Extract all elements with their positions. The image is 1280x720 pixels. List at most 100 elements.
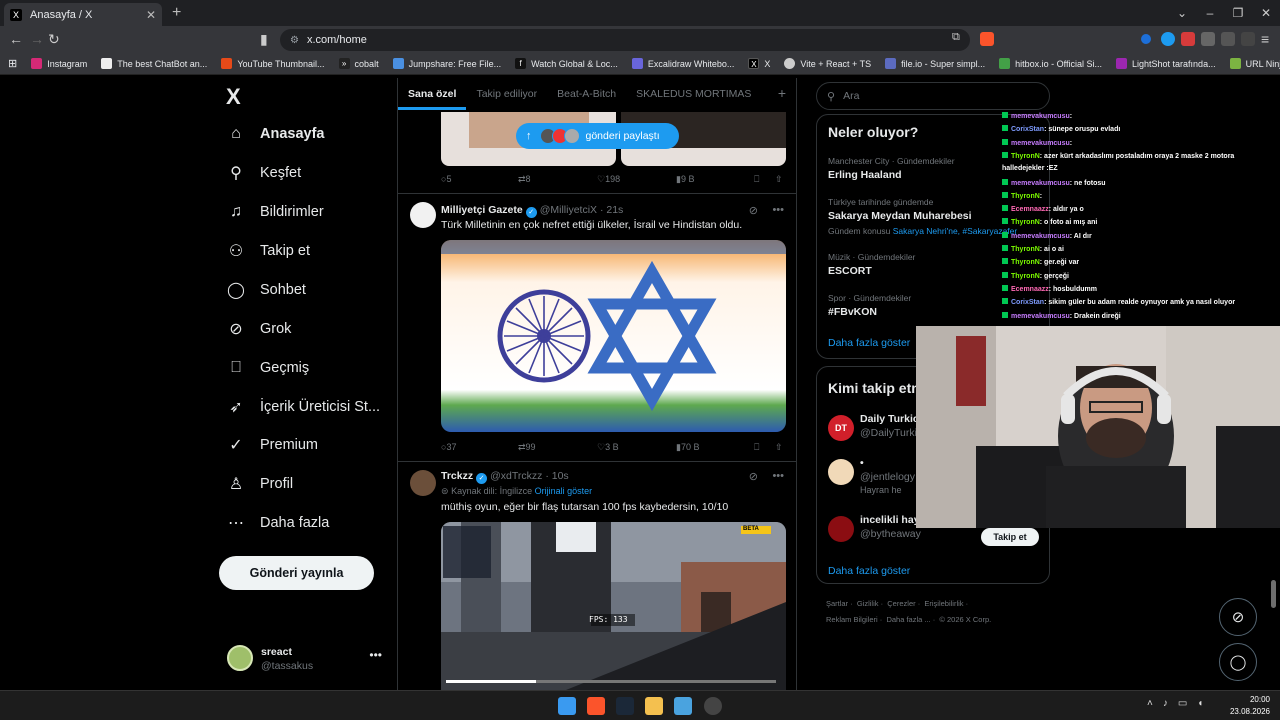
page-scrollbar[interactable] <box>1271 580 1276 608</box>
tab-list-icon[interactable]: ⌄ <box>1168 6 1196 20</box>
back-icon[interactable]: ← <box>9 31 23 47</box>
views-button[interactable]: ▮ 9 B <box>676 174 694 185</box>
like-button[interactable]: ♡ 3 B <box>597 442 619 453</box>
views-button[interactable]: ▮ 70 B <box>676 442 699 453</box>
author-name[interactable]: Milliyetçi Gazete <box>441 204 523 216</box>
author-handle[interactable]: @MilliyetciX <box>540 204 597 216</box>
bookmark-post-icon[interactable]: ⎕ <box>754 442 759 453</box>
add-tab-icon[interactable]: + <box>768 78 796 110</box>
nav-item-bookmarks[interactable]: ⎕ Geçmiş <box>226 354 309 382</box>
extensions-icon[interactable] <box>1201 32 1215 46</box>
display-icon[interactable]: ▭ <box>1178 698 1187 709</box>
footer-link[interactable]: Şartlar <box>826 599 848 608</box>
nav-item-creator-studio[interactable]: ➶ İçerik Üreticisi St... <box>226 393 380 421</box>
file-explorer-icon[interactable] <box>645 697 663 715</box>
vpn-icon[interactable] <box>1241 32 1255 46</box>
footer-link[interactable]: Gizlilik <box>857 599 879 608</box>
url-field[interactable]: ⚙ x.com/home <box>280 29 970 51</box>
nav-item-notifications[interactable]: ♫ Bildirimler <box>226 198 324 226</box>
menu-icon[interactable]: ≡ <box>1261 31 1269 47</box>
bookmark-item[interactable]: file.io - Super simpl... <box>885 58 985 69</box>
post[interactable]: Milliyetçi Gazete ✓ @MilliyetciX · 21s ⊘ •… <box>398 194 796 461</box>
messages-float-button[interactable]: ◯ <box>1219 643 1257 681</box>
follow-button[interactable]: Takip et <box>981 528 1039 546</box>
downloads-icon[interactable] <box>1221 32 1235 46</box>
bookmark-item[interactable]: Excalidraw Whitebo... <box>631 58 734 69</box>
open-external-icon[interactable]: ⧉ <box>952 31 960 44</box>
bookmark-item[interactable]: YouTube Thumbnail... <box>221 58 325 69</box>
obs-icon[interactable] <box>704 697 722 715</box>
trend-title[interactable]: #FBvKON <box>828 306 877 318</box>
footer-link[interactable]: Erişilebilirlik <box>924 599 963 608</box>
grok-post-icon[interactable]: ⊘ <box>749 204 758 217</box>
share-icon[interactable]: ⇧ <box>775 174 783 185</box>
snipping-tool-icon[interactable] <box>674 697 692 715</box>
nav-item-premium[interactable]: ✓ Premium <box>226 431 318 459</box>
avatar[interactable] <box>410 470 436 496</box>
tab-for-you[interactable]: Sana özel <box>398 78 467 110</box>
repost-button[interactable]: ⇄ 8 <box>518 174 531 185</box>
post-button[interactable]: Gönderi yayınla <box>219 556 374 590</box>
avatar[interactable] <box>410 202 436 228</box>
grok-post-icon[interactable]: ⊘ <box>749 470 758 483</box>
trend-title[interactable]: Erling Haaland <box>828 169 902 181</box>
who-show-more-link[interactable]: Daha fazla göster <box>828 565 910 577</box>
show-more-link[interactable]: Daha fazla göster <box>828 337 910 349</box>
like-button[interactable]: ♡ 198 <box>597 174 620 185</box>
extension-blue-icon[interactable] <box>1161 32 1175 46</box>
steam-icon[interactable] <box>616 697 634 715</box>
post-more-icon[interactable]: ••• <box>772 470 784 482</box>
nav-item-home[interactable]: ⌂ Anasayfa <box>226 120 324 148</box>
trend-title[interactable]: ESCORT <box>828 265 872 277</box>
nav-item-more[interactable]: ⋯ Daha fazla <box>226 509 329 537</box>
post-video[interactable]: BETA FPS: 133 <box>441 522 786 690</box>
account-more-icon[interactable]: ••• <box>369 648 382 662</box>
bookmark-item[interactable]: LightShot tarafında... <box>1116 58 1216 69</box>
bookmark-item[interactable]: f Watch Global & Loc... <box>515 58 618 69</box>
author-name[interactable]: Trckzz <box>441 470 473 482</box>
minimize-button[interactable]: – <box>1196 6 1224 20</box>
bookmark-item[interactable]: Jumpshare: Free File... <box>392 58 501 69</box>
trend-title[interactable]: Sakarya Meydan Muharebesi <box>828 210 972 222</box>
nav-item-chat[interactable]: ◯ Sohbet <box>226 276 306 304</box>
windows-start-icon[interactable] <box>558 697 576 715</box>
new-posts-pill[interactable]: ↑ gönderi paylaştı <box>516 123 679 149</box>
nav-item-explore[interactable]: ⚲ Keşfet <box>226 159 301 187</box>
bookmark-item[interactable]: The best ChatBot an... <box>101 58 207 69</box>
post-image[interactable] <box>441 240 786 432</box>
footer-link[interactable]: Çerezler <box>887 599 915 608</box>
x-logo-icon[interactable]: X <box>226 84 241 110</box>
tab-list-2[interactable]: SKALEDUS MORTIMAS <box>626 78 761 110</box>
share-icon[interactable]: ⇧ <box>775 442 783 453</box>
search-input[interactable]: ⚲ Ara <box>816 82 1050 110</box>
grok-float-button[interactable]: ⊘ <box>1219 598 1257 636</box>
new-tab-button[interactable]: + <box>172 4 181 22</box>
brave-browser-icon[interactable] <box>587 697 605 715</box>
bookmark-item[interactable]: XX <box>748 58 770 69</box>
post-more-icon[interactable]: ••• <box>772 204 784 216</box>
repost-button[interactable]: ⇄ 99 <box>518 442 536 453</box>
account-switcher[interactable]: sreact @tassakus ••• <box>226 644 386 674</box>
chevron-up-icon[interactable]: ˄ <box>1147 698 1153 709</box>
browser-tab[interactable]: X Anasayfa / X ✕ <box>4 3 162 26</box>
reload-icon[interactable]: ↻ <box>48 31 60 48</box>
footer-link[interactable]: Daha fazla ... <box>886 615 930 624</box>
nav-item-follow[interactable]: ⚇ Takip et <box>226 237 310 265</box>
tab-list-1[interactable]: Beat-A-Bitch <box>547 78 626 110</box>
show-original-link[interactable]: Orijinali göster <box>535 486 593 496</box>
topic-links[interactable]: Sakarya Nehri'ne, #Sakaryazafer <box>893 226 1017 236</box>
bookmark-item[interactable]: » cobalt <box>338 58 379 69</box>
nav-item-grok[interactable]: ⊘ Grok <box>226 315 291 343</box>
bookmark-post-icon[interactable]: ⎕ <box>754 174 759 185</box>
clock[interactable]: 20:00 23.08.2026 <box>1230 694 1270 718</box>
reply-button[interactable]: ○ 5 <box>441 174 451 184</box>
bookmark-page-icon[interactable]: ▮ <box>260 31 268 48</box>
extension-audio-icon[interactable] <box>1141 34 1151 44</box>
post-time[interactable]: · 21s <box>600 204 623 216</box>
apps-icon[interactable]: ⊞ <box>8 57 17 70</box>
bookmark-item[interactable]: URL Ninja (1) <box>1229 58 1280 69</box>
nav-item-profile[interactable]: ♙ Profil <box>226 470 293 498</box>
extension-red-icon[interactable] <box>1181 32 1195 46</box>
author-handle[interactable]: @xdTrckzz <box>490 470 542 482</box>
volume-icon[interactable]: ◖ <box>1197 698 1203 709</box>
